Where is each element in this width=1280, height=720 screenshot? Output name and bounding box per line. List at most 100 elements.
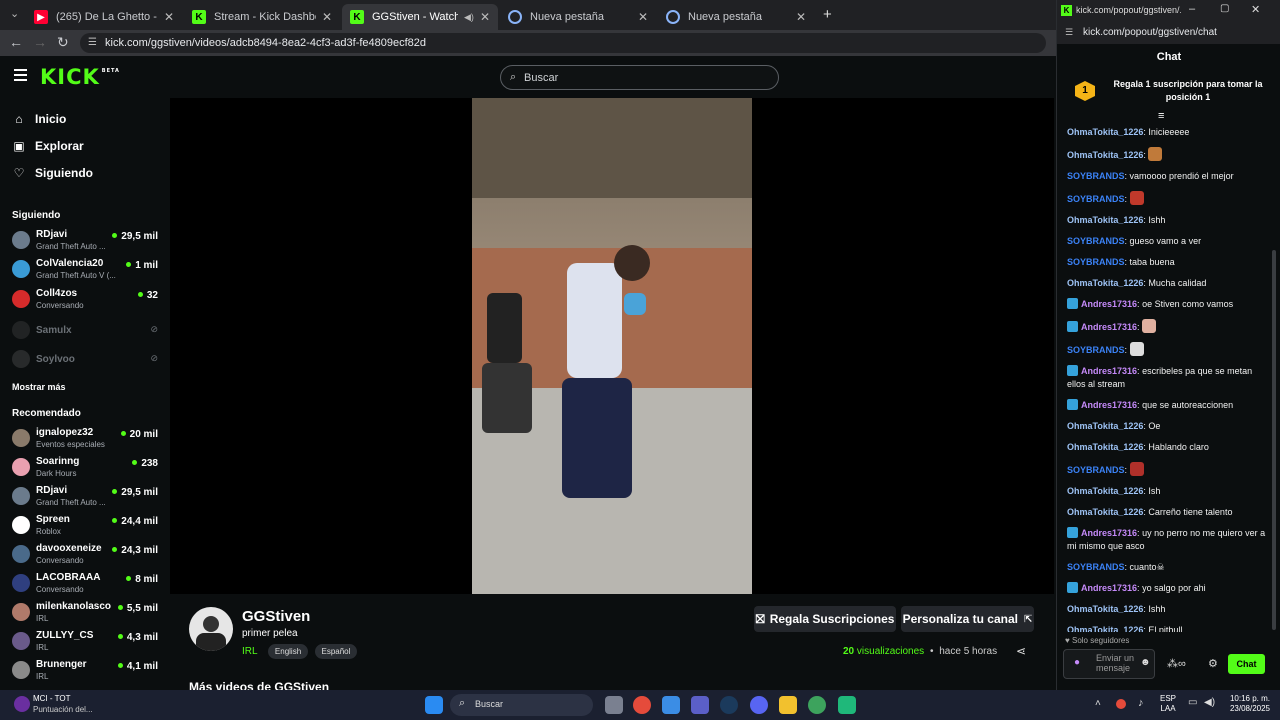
customize-channel-button[interactable]: Personaliza tu canal ⇱ [901, 606, 1034, 632]
close-tab-icon[interactable]: ✕ [164, 10, 174, 24]
channel-item[interactable]: milenkanolasco IRL 5,5 mil [12, 598, 162, 626]
tab-search-icon[interactable]: ⌄ [10, 7, 19, 20]
teams-icon[interactable] [691, 696, 709, 714]
channel-name[interactable]: GGStiven [242, 608, 310, 625]
channel-item[interactable]: Brunenger IRL 4,1 mil [12, 656, 162, 684]
browser-tab-4[interactable]: Nueva pestaña ✕ [500, 4, 656, 30]
app-icon[interactable] [838, 696, 856, 714]
chat-username[interactable]: OhmaTokita_1226 [1067, 507, 1143, 517]
channel-item[interactable]: ignalopez32 Eventos especiales 20 mil [12, 424, 162, 452]
site-info-icon[interactable]: ☰ [88, 33, 97, 53]
chrome-icon[interactable] [808, 696, 826, 714]
chat-username[interactable]: OhmaTokita_1226 [1067, 604, 1143, 614]
category-link[interactable]: IRL [242, 646, 258, 657]
close-tab-icon[interactable]: ✕ [322, 10, 332, 24]
channel-item-offline[interactable]: Samulx ⊘ [12, 316, 162, 344]
kick-logo[interactable]: KICK BETA [40, 65, 120, 89]
channel-item[interactable]: LACOBRAAA Conversando 8 mil [12, 569, 162, 597]
chat-username[interactable]: SOYBRANDS [1067, 236, 1125, 246]
browser-tab-1[interactable]: ▶ (265) De La Ghetto - Fronteam... ✕ [26, 4, 182, 30]
chat-username[interactable]: OhmaTokita_1226 [1067, 215, 1143, 225]
show-more-link[interactable]: Mostrar más [12, 382, 66, 392]
maximize-icon[interactable]: ▢ [1220, 3, 1229, 14]
channel-item[interactable]: davooxeneize Conversando 24,3 mil [12, 540, 162, 568]
chat-username[interactable]: SOYBRANDS [1067, 562, 1125, 572]
chat-username[interactable]: OhmaTokita_1226 [1067, 150, 1143, 160]
channel-item[interactable]: ColValencia20 Grand Theft Auto V (... 1 … [12, 255, 162, 283]
tray-app-icon[interactable] [1116, 699, 1126, 709]
chat-username[interactable]: Andres17316 [1081, 322, 1137, 332]
chat-username[interactable]: OhmaTokita_1226 [1067, 421, 1143, 431]
mic-tray-icon[interactable]: ♪ [1138, 697, 1144, 709]
reload-icon[interactable]: ↻ [57, 34, 69, 51]
discord-icon[interactable] [750, 696, 768, 714]
chat-username[interactable]: SOYBRANDS [1067, 345, 1125, 355]
chat-username[interactable]: SOYBRANDS [1067, 194, 1125, 204]
mic-icon[interactable]: ● [1074, 657, 1080, 668]
channel-item[interactable]: Spreen Roblox 24,4 mil [12, 511, 162, 539]
tray-chevron-icon[interactable]: ˄ [1095, 698, 1101, 709]
mute-tab-icon[interactable]: ◀) [464, 12, 474, 23]
chat-username[interactable]: SOYBRANDS [1067, 465, 1125, 475]
nav-siguiendo[interactable]: ♡ Siguiendo [12, 166, 93, 180]
channel-avatar[interactable] [189, 607, 233, 651]
channel-item-offline[interactable]: Soylvoo ⊘ [12, 345, 162, 373]
chat-username[interactable]: OhmaTokita_1226 [1067, 127, 1143, 137]
nav-explorar[interactable]: ▣ Explorar [12, 139, 83, 153]
channel-item[interactable]: RDjavi Grand Theft Auto ... 29,5 mil [12, 482, 162, 510]
chat-username[interactable]: Andres17316 [1081, 400, 1137, 410]
channel-item[interactable]: Coll4zos Conversando 32 [12, 285, 162, 313]
close-tab-icon[interactable]: ✕ [480, 10, 490, 24]
chat-scrollbar[interactable] [1272, 250, 1276, 630]
gift-subs-button[interactable]: ⛝ Regala Suscripciones [754, 606, 896, 632]
taskbar-search[interactable]: ⌕ Buscar [450, 694, 593, 716]
chat-username[interactable]: Andres17316 [1081, 583, 1137, 593]
emoji-icon[interactable]: ☻ [1140, 657, 1151, 668]
filter-icon[interactable]: ≡ [1158, 110, 1164, 122]
forward-icon[interactable]: → [33, 34, 47, 50]
channel-points-icon[interactable]: ⁂∞ [1167, 657, 1186, 670]
steam-icon[interactable] [720, 696, 738, 714]
chat-username[interactable]: Andres17316 [1081, 366, 1137, 376]
browser-tab-5[interactable]: Nueva pestaña ✕ [658, 4, 814, 30]
nav-inicio[interactable]: ⌂ Inicio [12, 112, 66, 126]
notification-widget[interactable]: MCI - TOT Puntuación del... [12, 694, 102, 716]
new-tab-button[interactable]: + [823, 6, 832, 23]
chat-username[interactable]: SOYBRANDS [1067, 257, 1125, 267]
channel-item[interactable]: ZULLYY_CS IRL 4,3 mil [12, 627, 162, 655]
volume-icon[interactable]: ◀) [1204, 697, 1215, 708]
chat-username[interactable]: Andres17316 [1081, 299, 1137, 309]
network-icon[interactable]: ▭ [1188, 697, 1197, 708]
chat-username[interactable]: OhmaTokita_1226 [1067, 278, 1143, 288]
menu-icon[interactable] [14, 69, 27, 81]
store-icon[interactable] [662, 696, 680, 714]
chat-username[interactable]: SOYBRANDS [1067, 171, 1125, 181]
chat-input[interactable]: ● Enviar un mensaje ☻ [1063, 649, 1155, 679]
close-tab-icon[interactable]: ✕ [638, 10, 648, 24]
minimize-icon[interactable]: – [1189, 3, 1195, 15]
channel-item[interactable]: Soarinng Dark Hours 238 [12, 453, 162, 481]
back-icon[interactable]: ← [9, 34, 23, 50]
video-player[interactable] [170, 98, 1054, 594]
gift-leaderboard[interactable]: 1 Regala 1 suscripción para tomar la pos… [1071, 74, 1275, 114]
close-tab-icon[interactable]: ✕ [796, 10, 806, 24]
close-icon[interactable]: ✕ [1251, 3, 1260, 16]
tag-espanol[interactable]: Español [314, 644, 358, 659]
chat-username[interactable]: OhmaTokita_1226 [1067, 442, 1143, 452]
share-icon[interactable]: ⋖ [1016, 644, 1026, 658]
file-explorer-icon[interactable] [779, 696, 797, 714]
browser-tab-2[interactable]: K Stream - Kick Dashboard ✕ [184, 4, 340, 30]
task-view-icon[interactable] [605, 696, 623, 714]
kick-search-box[interactable]: ⌕ Buscar [500, 65, 779, 90]
send-chat-button[interactable]: Chat [1228, 654, 1265, 674]
tag-english[interactable]: English [267, 644, 309, 659]
chat-username[interactable]: Andres17316 [1081, 528, 1137, 538]
settings-icon[interactable]: ⚙ [1208, 657, 1218, 670]
chat-username[interactable]: OhmaTokita_1226 [1067, 625, 1143, 632]
clock[interactable]: 10:16 p. m. 23/08/2025 [1222, 694, 1270, 714]
windows-start-icon[interactable] [425, 696, 443, 714]
browser-tab-3[interactable]: K GGStiven - Watch the VOD ◀) ✕ [342, 4, 498, 30]
chrome-icon[interactable] [633, 696, 651, 714]
site-info-icon[interactable]: ☰ [1065, 27, 1073, 38]
url-field[interactable]: ☰ kick.com/ggstiven/videos/adcb8494-8ea2… [80, 33, 1046, 53]
